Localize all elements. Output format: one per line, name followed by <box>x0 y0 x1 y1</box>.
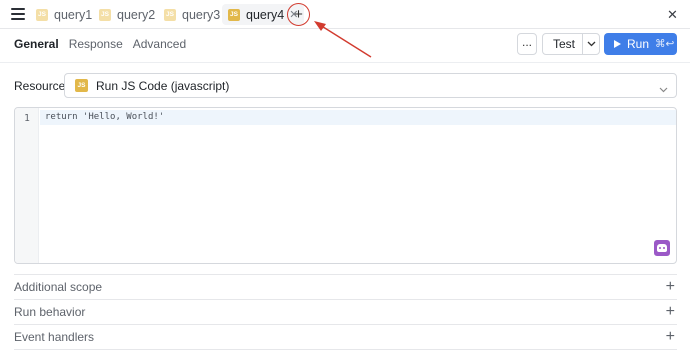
add-tab-button[interactable]: + <box>287 3 310 26</box>
section-run-behavior[interactable]: Run behavior + <box>14 299 677 324</box>
line-gutter: 1 <box>15 108 39 263</box>
query-subtabs: General Response Advanced <box>14 37 186 51</box>
test-button[interactable]: Test <box>543 37 582 51</box>
divider <box>14 349 677 350</box>
chevron-down-icon <box>659 82 668 96</box>
section-event-handlers[interactable]: Event handlers + <box>14 324 677 349</box>
run-shortcut: ⌘↩ <box>655 38 675 50</box>
tab-label: query4 <box>246 7 285 22</box>
code-line[interactable]: return 'Hello, World!' <box>45 112 164 122</box>
plus-icon[interactable]: + <box>666 329 675 345</box>
plus-icon[interactable]: + <box>666 304 675 320</box>
tab-label: query1 <box>54 7 93 22</box>
tab-label: query3 <box>182 7 221 22</box>
tab-query1[interactable]: JS query1 <box>30 4 98 25</box>
section-label: Additional scope <box>14 280 103 294</box>
js-icon: JS <box>228 8 240 21</box>
play-icon <box>614 40 621 48</box>
resource-label: Resource <box>14 79 66 93</box>
tab-label: query2 <box>117 7 156 22</box>
resource-value: Run JS Code (javascript) <box>96 78 230 93</box>
hamburger-menu-icon[interactable] <box>11 8 25 20</box>
section-label: Event handlers <box>14 330 95 344</box>
resource-select[interactable]: JS Run JS Code (javascript) <box>64 73 677 98</box>
js-icon: JS <box>99 8 111 21</box>
close-panel-icon[interactable]: ✕ <box>667 7 678 23</box>
tab-response[interactable]: Response <box>69 37 123 51</box>
js-icon: JS <box>75 79 88 92</box>
chevron-down-icon[interactable] <box>583 41 599 47</box>
run-button[interactable]: Run ⌘↩ <box>604 33 677 55</box>
tab-query3[interactable]: JS query3 <box>158 4 226 25</box>
test-dropdown: Test <box>542 33 600 55</box>
run-label: Run <box>627 37 650 51</box>
line-number: 1 <box>24 113 30 124</box>
tab-general[interactable]: General <box>14 37 59 51</box>
section-additional-scope[interactable]: Additional scope + <box>14 274 677 299</box>
ai-assistant-icon[interactable] <box>654 240 670 256</box>
tab-query2[interactable]: JS query2 <box>93 4 161 25</box>
section-label: Run behavior <box>14 305 86 319</box>
plus-icon[interactable]: + <box>666 279 675 295</box>
js-icon: JS <box>164 8 176 21</box>
code-editor[interactable]: 1 return 'Hello, World!' <box>14 107 677 264</box>
tab-advanced[interactable]: Advanced <box>133 37 186 51</box>
divider <box>0 62 690 63</box>
js-icon: JS <box>36 8 48 21</box>
more-options-button[interactable]: ... <box>517 33 537 55</box>
query-tab-bar: JS query1 JS query2 JS query3 JS query4 … <box>0 0 690 29</box>
